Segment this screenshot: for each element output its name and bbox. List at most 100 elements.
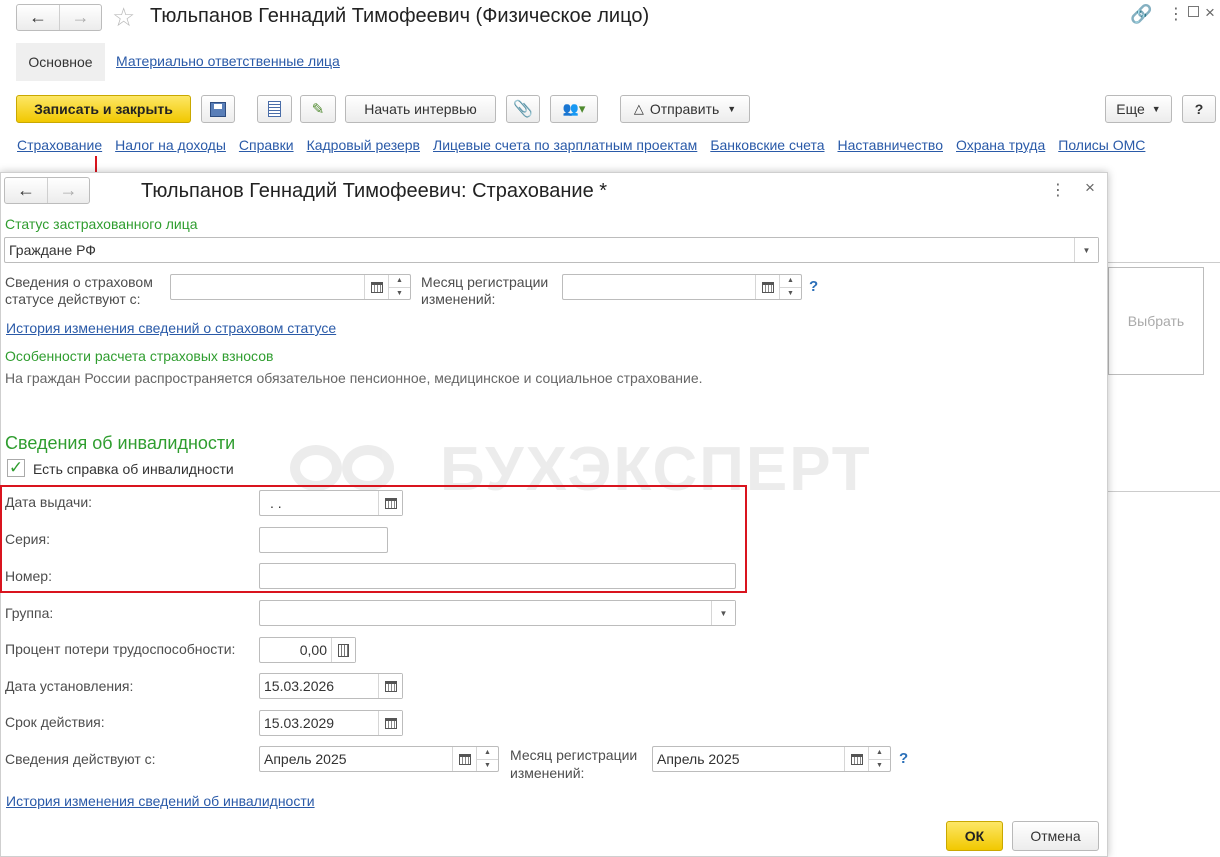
spinner[interactable]: ▲ ▼ (476, 747, 498, 771)
dis-reg-month-value: Апрель 2025 (657, 751, 740, 767)
bg-window-title: Тюльпанов Геннадий Тимофеевич (Физическо… (150, 5, 650, 27)
send-label: Отправить (649, 101, 720, 117)
issue-date-field[interactable]: . . (259, 490, 403, 516)
attach-icon[interactable]: 📎 (506, 95, 540, 123)
forward-icon[interactable]: → (59, 5, 101, 30)
status-value: Граждане РФ (9, 242, 96, 258)
series-field[interactable] (259, 527, 388, 553)
number-label: Номер: (5, 568, 52, 584)
more-vert-icon[interactable]: ⋮ (1168, 4, 1184, 24)
dis-reg-month-label-2: изменений: (510, 765, 585, 781)
edit-icon[interactable]: ✎ (300, 95, 336, 123)
set-date-field[interactable]: 15.03.2026 (259, 673, 403, 699)
set-date-label: Дата установления: (5, 678, 134, 694)
dialog-title: Тюльпанов Геннадий Тимофеевич: Страхован… (141, 180, 608, 202)
spin-up-icon[interactable]: ▲ (780, 275, 801, 287)
spinner[interactable]: ▲ ▼ (868, 747, 890, 771)
status-select[interactable]: Граждане РФ ▼ (4, 237, 1099, 263)
spin-down-icon[interactable]: ▼ (869, 758, 890, 772)
calendar-icon[interactable] (378, 491, 402, 515)
series-label: Серия: (5, 531, 50, 547)
chevron-down-icon: ▼ (727, 104, 737, 114)
link-income-tax[interactable]: Налог на доходы (115, 137, 226, 153)
link-hr-reserve[interactable]: Кадровый резерв (307, 137, 420, 153)
calendar-icon[interactable] (755, 275, 779, 299)
link-certificates[interactable]: Справки (239, 137, 294, 153)
calendar-icon[interactable] (364, 275, 388, 299)
maximize-icon[interactable] (1188, 6, 1199, 17)
more-vert-icon[interactable]: ⋮ (1050, 180, 1066, 200)
spinner[interactable]: ▲ ▼ (779, 275, 801, 299)
help-icon[interactable]: ? (899, 750, 908, 767)
link-labor-safety[interactable]: Охрана труда (956, 137, 1045, 153)
spin-up-icon[interactable]: ▲ (869, 747, 890, 759)
validity-value: 15.03.2029 (264, 715, 335, 731)
effective-label: Сведения действуют с: (5, 751, 156, 767)
group-select[interactable]: ▼ (259, 600, 736, 626)
help-icon[interactable]: ? (809, 278, 818, 295)
status-from-label-1: Сведения о страховом (5, 274, 153, 290)
link-insurance[interactable]: Страхование (17, 137, 102, 153)
save-close-button[interactable]: Записать и закрыть (16, 95, 191, 123)
chevron-down-icon: ▼ (1151, 104, 1161, 114)
back-icon[interactable]: ← (17, 5, 59, 30)
spin-down-icon[interactable]: ▼ (780, 286, 801, 300)
tab-main[interactable]: Основное (16, 43, 105, 81)
link-salary-accounts[interactable]: Лицевые счета по зарплатным проектам (433, 137, 697, 153)
issue-date-label: Дата выдачи: (5, 494, 93, 510)
number-field[interactable] (259, 563, 736, 589)
status-from-field[interactable]: ▲ ▼ (170, 274, 411, 300)
save-icon[interactable] (201, 95, 235, 123)
set-date-value: 15.03.2026 (264, 678, 335, 694)
calculator-icon[interactable] (331, 638, 355, 662)
features-title: Особенности расчета страховых взносов (5, 348, 274, 364)
has-certificate-checkbox[interactable]: ✓ (7, 458, 25, 477)
calendar-icon[interactable] (378, 711, 402, 735)
more-button[interactable]: Еще ▼ (1105, 95, 1172, 123)
spin-down-icon[interactable]: ▼ (477, 758, 498, 772)
cancel-button[interactable]: Отмена (1012, 821, 1099, 851)
help-button[interactable]: ? (1182, 95, 1216, 123)
chevron-down-icon[interactable]: ▼ (711, 601, 735, 625)
calendar-icon[interactable] (378, 674, 402, 698)
effective-field[interactable]: Апрель 2025 ▲ ▼ (259, 746, 499, 772)
disability-history-link[interactable]: История изменения сведений об инвалиднос… (6, 793, 315, 809)
disability-title: Сведения об инвалидности (5, 433, 236, 453)
reg-month-field[interactable]: ▲ ▼ (562, 274, 802, 300)
dialog-nav-buttons: ← → (4, 177, 90, 204)
close-icon[interactable]: × (1205, 3, 1215, 23)
chevron-down-icon[interactable]: ▼ (1074, 238, 1098, 262)
star-icon[interactable]: ☆ (112, 2, 135, 33)
percent-value: 0,00 (299, 642, 327, 658)
percent-field[interactable]: 0,00 (259, 637, 356, 663)
document-list-icon[interactable] (257, 95, 292, 123)
link-bank-accounts[interactable]: Банковские счета (710, 137, 824, 153)
spin-down-icon[interactable]: ▼ (389, 286, 410, 300)
more-label: Еще (1116, 101, 1145, 117)
validity-field[interactable]: 15.03.2029 (259, 710, 403, 736)
forward-icon[interactable]: → (47, 178, 89, 203)
calendar-icon[interactable] (844, 747, 868, 771)
dis-reg-month-field[interactable]: Апрель 2025 ▲ ▼ (652, 746, 891, 772)
photo-select-button[interactable]: Выбрать (1108, 267, 1204, 375)
dis-reg-month-label-1: Месяц регистрации (510, 747, 638, 763)
spin-up-icon[interactable]: ▲ (389, 275, 410, 287)
status-history-link[interactable]: История изменения сведений о страховом с… (6, 320, 336, 336)
interview-button[interactable]: Начать интервью (345, 95, 496, 123)
tab-liable-persons[interactable]: Материально ответственные лица (116, 53, 340, 69)
reg-month-label-2: изменений: (421, 291, 496, 307)
close-icon[interactable]: × (1085, 178, 1095, 198)
calendar-icon[interactable] (452, 747, 476, 771)
back-icon[interactable]: ← (5, 178, 47, 203)
status-label: Статус застрахованного лица (5, 216, 198, 232)
ok-button[interactable]: ОК (946, 821, 1003, 851)
link-icon[interactable]: 🔗 (1130, 4, 1152, 25)
link-oms-policies[interactable]: Полисы ОМС (1058, 137, 1145, 153)
spinner[interactable]: ▲ ▼ (388, 275, 410, 299)
users-icon[interactable]: 👥▾ (550, 95, 598, 123)
has-certificate-label[interactable]: Есть справка об инвалидности (33, 461, 234, 477)
link-mentoring[interactable]: Наставничество (838, 137, 944, 153)
send-button[interactable]: △ Отправить ▼ (620, 95, 750, 123)
group-label: Группа: (5, 605, 54, 621)
spin-up-icon[interactable]: ▲ (477, 747, 498, 759)
